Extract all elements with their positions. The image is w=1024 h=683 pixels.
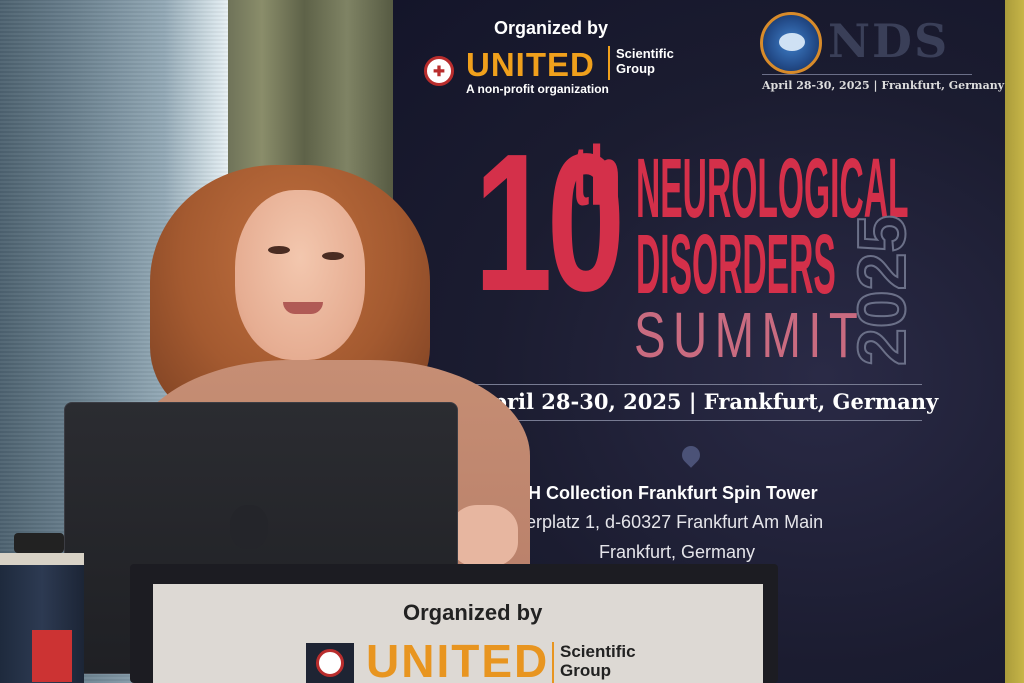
nds-globe-logo-icon: [760, 12, 822, 74]
united-logo-icon: ✚: [424, 56, 454, 86]
year-outline: 2025: [843, 214, 921, 367]
edition-suffix: th: [572, 129, 622, 223]
speaker-mouth: [283, 302, 323, 314]
speaker-eye-left: [268, 246, 290, 254]
cup-label: [32, 630, 72, 682]
lectern-org-suffix-line2: Group: [560, 661, 611, 680]
lectern-logo-icon: [306, 643, 354, 683]
lectern-divider: [552, 642, 554, 683]
venue-name: NH Collection Frankfurt Spin Tower: [515, 483, 818, 503]
speaker-face: [235, 190, 365, 360]
speaker-eye-right: [322, 252, 344, 260]
banner-divider: [608, 46, 610, 80]
date-rule-top: [474, 384, 922, 385]
cup-lid: [0, 553, 84, 565]
speaker-hand: [450, 505, 518, 567]
dateline: April 28-30, 2025 | Frankfurt, Germany: [476, 389, 939, 414]
address-line-1: Güterplatz 1, d-60327 Frankfurt Am Main: [497, 512, 824, 532]
top-divider: [762, 74, 972, 75]
title-line-2: DISORDERS: [636, 217, 836, 311]
laptop-logo-icon: [230, 505, 268, 549]
banner-org-name: UNITED: [466, 46, 595, 83]
banner-org-suffix-line1: Scientific: [616, 46, 674, 61]
lectern-org-suffix-line1: Scientific: [560, 642, 636, 661]
top-date: April 28-30, 2025 | Frankfurt, Germany: [762, 79, 1005, 92]
conference-photo: Organized by ✚ UNITED Scientific Group A…: [0, 0, 1024, 683]
lectern-organized-by: Organized by: [403, 600, 543, 625]
year-text: 2025: [843, 214, 921, 367]
wall: [1004, 0, 1024, 683]
banner-organized-by: Organized by: [494, 18, 609, 38]
lectern-org-suffix: Scientific Group: [560, 642, 636, 680]
date-rule-bottom: [474, 420, 922, 421]
title-line-3: SUMMIT: [634, 299, 866, 371]
address-line-2: Frankfurt, Germany: [599, 542, 756, 562]
banner-org-suffix-line2: Group: [616, 61, 655, 76]
microphone-base: [14, 533, 64, 553]
series-mark: NDS: [828, 14, 950, 68]
lectern-org-name: UNITED: [366, 635, 550, 683]
banner-org-tagline: A non-profit organization: [466, 82, 609, 96]
banner-org-suffix: Scientific Group: [616, 46, 696, 76]
